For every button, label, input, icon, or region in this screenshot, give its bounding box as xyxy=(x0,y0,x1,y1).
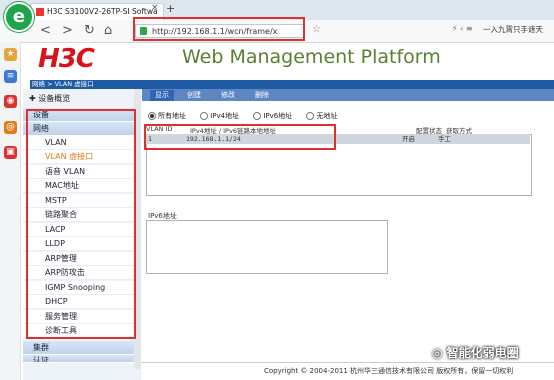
nav-overview[interactable]: ✚ 设备概览 xyxy=(23,92,141,106)
favicon-icon xyxy=(36,8,44,16)
radio-icon[interactable] xyxy=(253,112,262,120)
filter-ipv4[interactable]: IPv4地址 xyxy=(200,112,239,120)
plus-icon: ✚ xyxy=(29,94,39,103)
back-button[interactable]: < xyxy=(40,22,51,40)
tab-close-icon[interactable]: × xyxy=(151,3,159,13)
tab-title: H3C S3100V2-26TP-SI Softwa xyxy=(47,7,158,16)
filter-all[interactable]: 所有地址 xyxy=(148,112,186,120)
home-button[interactable]: ⌂ xyxy=(104,22,112,40)
radio-icon[interactable] xyxy=(200,112,209,120)
footer-copyright: Copyright © 2004-2011 杭州华三通信技术有限公司 版权所有，… xyxy=(264,367,514,375)
filter-ipv6[interactable]: IPv6地址 xyxy=(253,112,292,120)
new-tab-button[interactable]: + xyxy=(166,2,175,15)
address-filter: 所有地址 IPv4地址 IPv6地址 无地址 xyxy=(148,111,337,121)
cell-state: 开启 xyxy=(402,135,415,143)
list-icon[interactable]: ≡ xyxy=(4,70,17,83)
tab-modify[interactable]: 修改 xyxy=(216,90,240,101)
tab-display[interactable]: 显示 xyxy=(150,90,174,101)
watermark-text: 智能化弱电圈 xyxy=(446,346,519,360)
forward-button[interactable]: > xyxy=(62,22,73,40)
filter-none[interactable]: 无地址 xyxy=(306,112,337,120)
nav-highlight-box xyxy=(26,109,136,339)
reload-button[interactable]: ↻ xyxy=(84,22,95,40)
nav-overview-label: 设备概览 xyxy=(38,94,71,103)
eye-icon[interactable]: ◉ xyxy=(4,95,17,108)
browser-logo-icon[interactable]: e xyxy=(4,2,34,32)
h3c-logo: H3C xyxy=(38,44,95,74)
breadcrumb: 网络 > VLAN 虚接口 xyxy=(30,80,554,89)
nav-category-cluster[interactable]: 集群 xyxy=(23,341,141,355)
at-icon[interactable]: @ xyxy=(4,121,17,134)
game-icon[interactable]: ▣ xyxy=(4,146,17,159)
browser-sidebar xyxy=(0,42,21,380)
nav-category-auth[interactable]: 认证 xyxy=(23,355,141,363)
cell-method: 手工 xyxy=(438,135,451,143)
address-highlight-box xyxy=(133,17,305,41)
bookmark-star-icon[interactable]: ☆ xyxy=(312,24,321,35)
ipv6-address-box xyxy=(146,220,388,274)
table-highlight-box xyxy=(144,124,336,150)
tab-create[interactable]: 创建 xyxy=(182,90,206,101)
page-title: Web Management Platform xyxy=(182,46,441,68)
address-tools[interactable]: ⚡ ‹ ≡ xyxy=(452,24,473,33)
watermark: ◎ 智能化弱电圈 xyxy=(432,344,519,361)
radio-icon[interactable] xyxy=(306,112,315,120)
star-icon[interactable]: ★ xyxy=(4,48,17,61)
footer-divider xyxy=(141,362,554,363)
tab-delete[interactable]: 删除 xyxy=(250,90,274,101)
search-input[interactable]: 一入九霄只手遮天 xyxy=(483,24,543,35)
radio-icon[interactable] xyxy=(148,112,156,120)
wechat-icon: ◎ xyxy=(432,346,447,360)
